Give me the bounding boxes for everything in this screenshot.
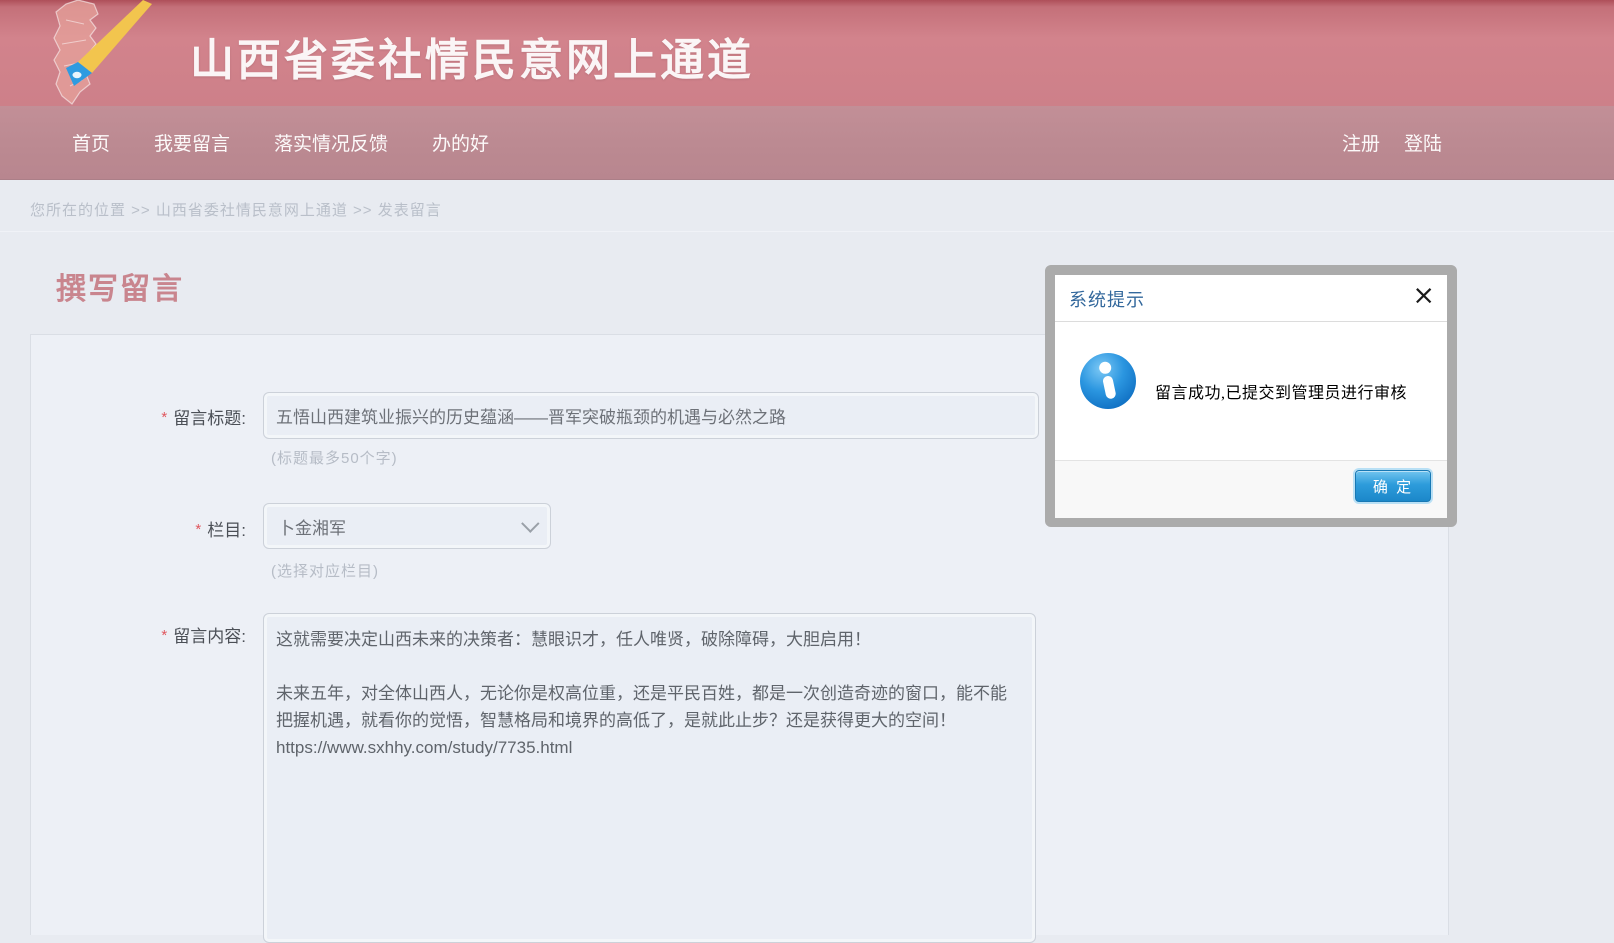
dialog-footer: 确 定 (1055, 460, 1447, 518)
info-icon (1079, 352, 1137, 410)
site-header: 山西省委社情民意网上通道 (0, 0, 1614, 106)
breadcrumb-divider (0, 231, 1614, 232)
dialog-title: 系统提示 (1069, 286, 1145, 312)
system-prompt-dialog: 系统提示 × 留言成功,已提交到管理员进行审核 确 定 (1045, 265, 1457, 527)
column-hint: (选择对应栏目) (271, 560, 379, 581)
main-nav: 首页 我要留言 落实情况反馈 办的好 注册 登陆 (0, 106, 1614, 180)
shanxi-map-logo (26, 0, 156, 108)
column-select-value: 卜金湘军 (278, 514, 521, 539)
title-hint: (标题最多50个字) (271, 447, 398, 468)
breadcrumb: 您所在的位置 >> 山西省委社情民意网上通道 >> 发表留言 (30, 199, 442, 220)
required-asterisk: * (161, 409, 167, 426)
chevron-down-icon (521, 514, 539, 532)
close-icon[interactable]: × (1412, 281, 1435, 311)
confirm-button[interactable]: 确 定 (1355, 470, 1431, 502)
column-select[interactable]: 卜金湘军 (263, 503, 551, 549)
content-label: *留言内容: (31, 622, 246, 647)
message-content-textarea[interactable]: 这就需要决定山西未来的决策者：慧眼识才，任人唯贤，破除障碍，大胆启用！ 未来五年… (263, 613, 1036, 943)
nav-item-well-done[interactable]: 办的好 (432, 129, 489, 156)
nav-item-home[interactable]: 首页 (72, 129, 110, 156)
page-title: 撰写留言 (56, 264, 184, 308)
nav-auth: 注册 登陆 (1342, 129, 1442, 156)
login-link[interactable]: 登陆 (1404, 129, 1442, 156)
column-label: *栏目: (31, 516, 246, 541)
required-asterisk: * (161, 627, 167, 644)
dialog-body: 留言成功,已提交到管理员进行审核 (1055, 322, 1447, 460)
dialog-titlebar: 系统提示 × (1055, 275, 1447, 322)
title-label: *留言标题: (31, 404, 246, 429)
dialog-message: 留言成功,已提交到管理员进行审核 (1155, 322, 1437, 460)
nav-items: 首页 我要留言 落实情况反馈 办的好 (0, 129, 489, 156)
site-title: 山西省委社情民意网上通道 (190, 24, 754, 88)
nav-item-leave-message[interactable]: 我要留言 (154, 129, 230, 156)
nav-item-feedback[interactable]: 落实情况反馈 (274, 129, 388, 156)
required-asterisk: * (195, 521, 201, 538)
register-link[interactable]: 注册 (1342, 129, 1380, 156)
message-title-input[interactable] (263, 392, 1039, 439)
